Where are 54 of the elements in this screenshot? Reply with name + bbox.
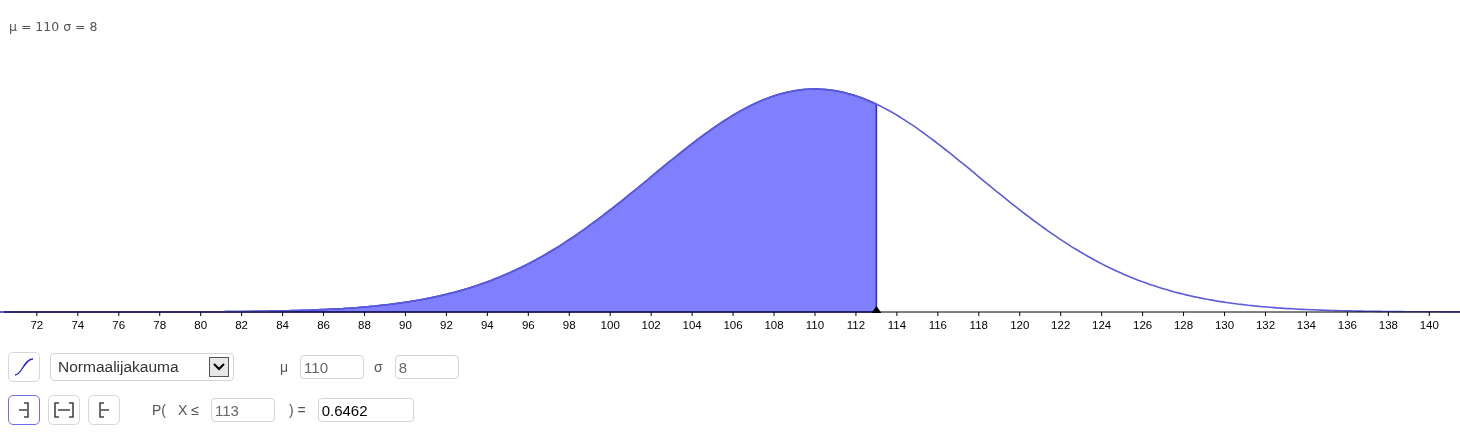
- tick-label: 116: [928, 319, 947, 331]
- dropdown-caret-icon: [209, 357, 229, 377]
- tick-label: 124: [1092, 319, 1112, 331]
- condition-label: X ≤: [178, 402, 199, 418]
- probability-prefix: P(: [152, 402, 166, 418]
- parameter-caption: μ = 110 σ = 8: [9, 19, 98, 34]
- tick-label: 86: [317, 319, 330, 331]
- tick-label: 122: [1051, 319, 1071, 331]
- tick-label: 108: [764, 319, 784, 331]
- tick-label: 100: [600, 319, 620, 331]
- parameter-label: σ: [374, 359, 383, 375]
- tick-label: 98: [562, 319, 576, 331]
- tick-label: 92: [440, 319, 453, 331]
- distribution-dropdown[interactable]: Normaalijakauma: [50, 353, 234, 381]
- tick-label: 104: [682, 319, 702, 331]
- bound-marker-icon[interactable]: [871, 306, 882, 313]
- tick-label: 72: [30, 319, 44, 331]
- tick-label: 132: [1255, 319, 1276, 331]
- tick-label: 88: [358, 319, 371, 331]
- tick-label: 130: [1214, 319, 1235, 331]
- equals-label: ) =: [288, 402, 306, 418]
- tick-label: 78: [153, 319, 167, 331]
- parameter-field[interactable]: 110: [300, 355, 365, 379]
- tick-label: 134: [1296, 319, 1316, 331]
- tick-label: 140: [1419, 319, 1439, 331]
- tick-label: 128: [1173, 319, 1194, 331]
- tick-label: 96: [521, 319, 535, 331]
- tick-label: 84: [276, 319, 289, 331]
- tick-label: 118: [969, 319, 988, 331]
- parameter-label: μ: [280, 359, 289, 375]
- parameter-field[interactable]: 8: [394, 355, 459, 379]
- bound-field[interactable]: 113: [210, 398, 275, 422]
- tick-label: 80: [194, 319, 208, 331]
- tick-label: 110: [805, 319, 825, 331]
- tick-label: 106: [723, 319, 743, 331]
- tick-label: 138: [1378, 319, 1398, 331]
- tick-label: 114: [887, 319, 907, 331]
- s-curve-icon: [14, 358, 34, 376]
- interval-button[interactable]: [8, 395, 40, 425]
- tick-label: 136: [1337, 319, 1357, 331]
- left-bracket-icon: [17, 401, 31, 419]
- tick-label: 102: [641, 319, 661, 331]
- tick-label: 94: [480, 319, 494, 331]
- tick-label: 82: [235, 319, 249, 331]
- interval-bracket-icon: [53, 401, 75, 419]
- tick-label: 112: [846, 319, 866, 331]
- cumulative-toggle-button[interactable]: [8, 352, 40, 382]
- tick-label: 74: [71, 319, 85, 331]
- right-bracket-icon: [97, 401, 111, 419]
- tick-label: 120: [1010, 319, 1030, 331]
- result-field[interactable]: 0.6462: [317, 398, 414, 422]
- tick-label: 90: [399, 319, 412, 331]
- tick-label: 126: [1133, 319, 1153, 331]
- tick-label: 76: [112, 319, 126, 331]
